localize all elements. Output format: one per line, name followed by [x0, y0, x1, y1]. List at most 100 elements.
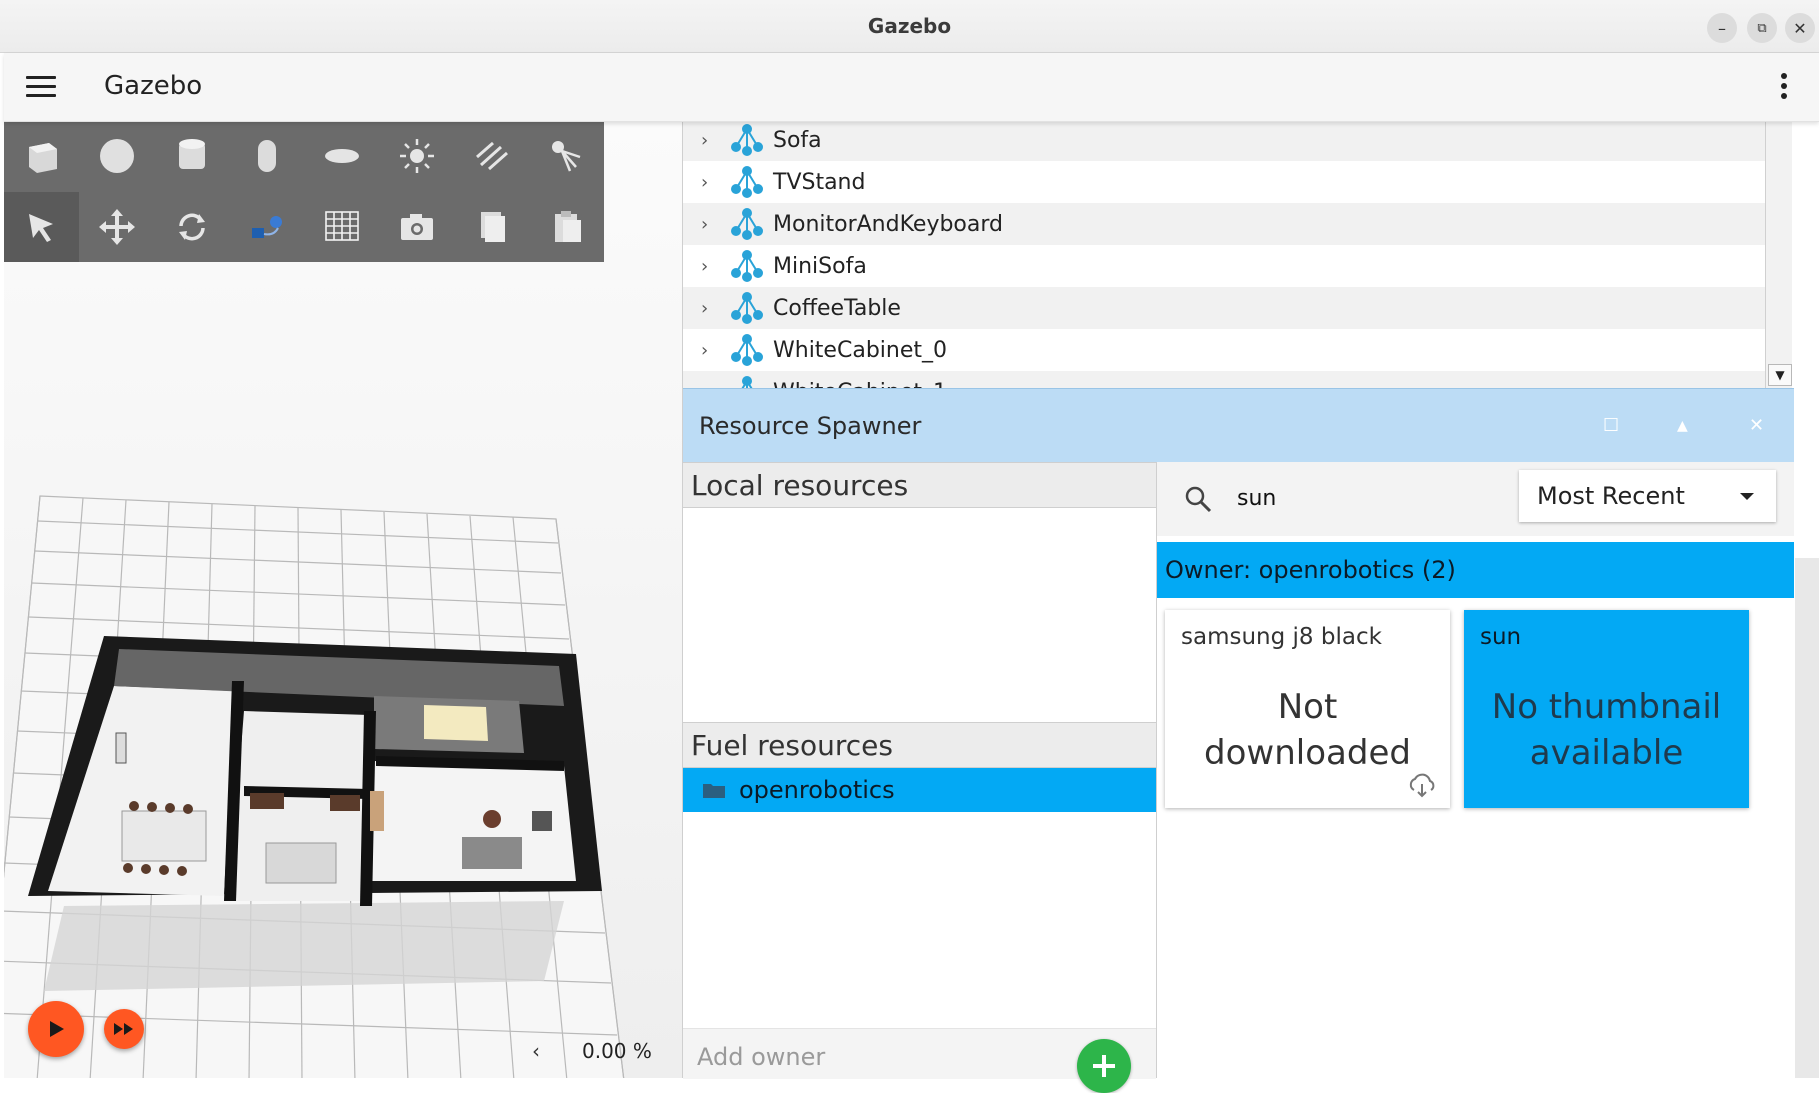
menu-icon[interactable]	[26, 76, 56, 98]
rotate-mode-icon	[178, 213, 205, 241]
copy-icon	[480, 212, 505, 242]
box-shape-icon	[28, 143, 57, 173]
model-icon	[731, 292, 763, 324]
tree-item-label: TVStand	[773, 169, 866, 195]
collapse-icon[interactable]: ▲	[1677, 418, 1688, 434]
resource-status-line: No thumbnail	[1491, 687, 1722, 727]
tree-item-label: MiniSofa	[773, 253, 867, 279]
model-icon	[731, 124, 763, 156]
rotate-mode-button[interactable]	[154, 192, 229, 262]
more-options-icon[interactable]	[1781, 73, 1789, 101]
owner-heading: Owner: openrobotics (2)	[1157, 542, 1794, 598]
capsule-shape-icon	[257, 140, 276, 172]
grid-snap-icon	[324, 211, 359, 241]
step-button[interactable]	[104, 1009, 144, 1049]
sort-dropdown[interactable]: Most Recent	[1519, 470, 1776, 522]
resource-name: sun	[1480, 624, 1522, 650]
tree-item[interactable]: › WhiteCabinet_0	[683, 329, 1768, 371]
model-icon	[731, 208, 763, 240]
translate-mode-button[interactable]	[79, 192, 154, 262]
add-owner-bar: Add owner	[683, 1028, 1156, 1093]
entity-tree: › Sofa › TVStand › MonitorAndKeyboard › …	[682, 121, 1792, 388]
resource-name: samsung j8 black	[1181, 624, 1382, 650]
box-shape-button[interactable]	[4, 121, 79, 191]
close-panel-icon[interactable]: ✕	[1749, 415, 1764, 436]
cylinder-shape-icon	[178, 139, 205, 169]
resource-results-column: Most Recent Owner: openrobotics (2) sams…	[1157, 462, 1794, 1078]
tree-item[interactable]: › MiniSofa	[683, 245, 1768, 287]
tree-item[interactable]: › TVStand	[683, 161, 1768, 203]
shapes-toolbar-row	[4, 121, 604, 191]
chevron-right-icon[interactable]: ›	[701, 298, 719, 319]
resource-status-line: Not	[1277, 687, 1338, 727]
grid-snap-button[interactable]	[304, 192, 379, 262]
local-resources-heading: Local resources	[683, 462, 1156, 508]
select-mode-button[interactable]	[4, 192, 79, 262]
plus-icon	[1093, 1055, 1115, 1077]
add-owner-button[interactable]	[1077, 1039, 1131, 1093]
ellipsoid-shape-button[interactable]	[304, 121, 379, 191]
ellipsoid-shape-icon	[324, 149, 359, 163]
spot-light-icon	[551, 141, 580, 172]
fast-forward-icon	[114, 1023, 133, 1035]
maximize-button[interactable]: ⧉	[1747, 13, 1777, 43]
minimize-button[interactable]: –	[1707, 13, 1737, 43]
add-owner-input[interactable]: Add owner	[697, 1043, 825, 1071]
chevron-right-icon[interactable]: ›	[701, 256, 719, 277]
panel-title: Resource Spawner	[699, 412, 922, 440]
directional-light-button[interactable]	[454, 121, 529, 191]
capsule-shape-button[interactable]	[229, 121, 304, 191]
undock-icon[interactable]: ☐	[1603, 415, 1619, 436]
window-title: Gazebo	[867, 14, 952, 38]
search-input[interactable]	[1233, 472, 1491, 524]
spot-light-button[interactable]	[529, 121, 604, 191]
chevron-right-icon[interactable]: ›	[701, 340, 719, 361]
chevron-right-icon[interactable]: ›	[701, 130, 719, 151]
tree-item-label: CoffeeTable	[773, 295, 901, 321]
scroll-down-icon[interactable]: ▼	[1768, 364, 1792, 386]
cloud-download-icon[interactable]	[1406, 772, 1438, 798]
app-title: Gazebo	[104, 71, 203, 101]
fuel-owner-item[interactable]: openrobotics	[683, 768, 1156, 812]
point-light-icon	[399, 139, 434, 173]
play-button[interactable]	[28, 1001, 84, 1057]
tree-item[interactable]: › WhiteCabinet_1	[683, 371, 1768, 388]
model-icon	[731, 166, 763, 198]
chevron-right-icon[interactable]: ›	[701, 172, 719, 193]
tree-item[interactable]: › CoffeeTable	[683, 287, 1768, 329]
tree-item[interactable]: › MonitorAndKeyboard	[683, 203, 1768, 245]
stats-expand-icon[interactable]: ‹	[532, 1039, 540, 1063]
screenshot-button[interactable]	[379, 192, 454, 262]
copy-button[interactable]	[454, 192, 529, 262]
resource-spawner-header: Resource Spawner ☐ ▲ ✕	[683, 388, 1794, 464]
model-icon	[741, 376, 753, 388]
transform-control-icon	[251, 216, 282, 238]
sphere-shape-icon	[99, 139, 134, 173]
resource-card[interactable]: sun No thumbnail available	[1464, 610, 1749, 808]
screenshot-icon	[400, 214, 433, 240]
transform-control-button[interactable]	[229, 192, 304, 262]
scene-render	[4, 495, 625, 1078]
tree-item-label: WhiteCabinet_1	[773, 380, 947, 389]
tree-scrollbar[interactable]: ▼	[1765, 121, 1792, 388]
chevron-right-icon[interactable]: ›	[701, 214, 719, 235]
tree-item-label: MonitorAndKeyboard	[773, 211, 1004, 237]
real-time-factor: 0.00 %	[582, 1039, 652, 1063]
tree-item[interactable]: › Sofa	[683, 121, 1768, 161]
cylinder-shape-button[interactable]	[154, 121, 229, 191]
translate-mode-icon	[98, 209, 135, 245]
resource-spawner-panel: Resource Spawner ☐ ▲ ✕ Local resources F…	[682, 388, 1794, 1093]
tree-item-label: WhiteCabinet_0	[773, 337, 947, 363]
maximize-icon: ⧉	[1757, 20, 1767, 36]
window-titlebar: Gazebo – ⧉ ✕	[0, 0, 1819, 53]
results-scrollbar[interactable]	[1795, 558, 1819, 1078]
point-light-button[interactable]	[379, 121, 454, 191]
sphere-shape-button[interactable]	[79, 121, 154, 191]
resource-card[interactable]: samsung j8 black Not downloaded	[1165, 610, 1450, 808]
tree-item-label: Sofa	[773, 127, 822, 153]
close-window-button[interactable]: ✕	[1785, 13, 1815, 43]
paste-button[interactable]	[529, 192, 604, 262]
scene-3d-viewport[interactable]: ‹ 0.00 %	[4, 121, 682, 1078]
resource-status-line: available	[1529, 733, 1684, 773]
app-header: Gazebo	[4, 53, 1819, 122]
